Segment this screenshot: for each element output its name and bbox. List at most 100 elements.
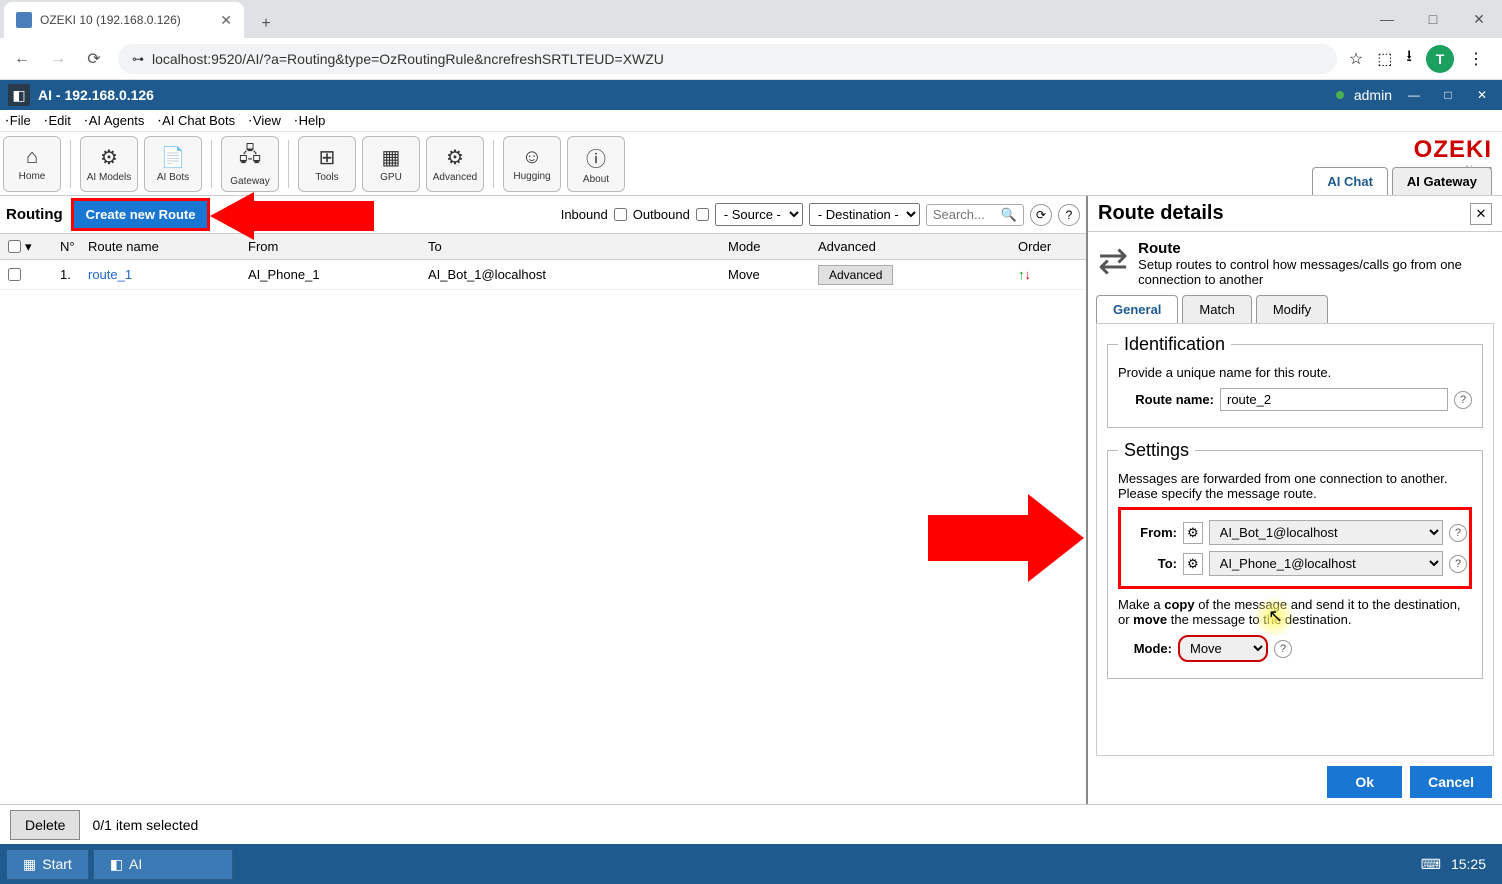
routes-pane: Routing Create new Route Inbound Outboun… xyxy=(0,196,1086,808)
route-name-input[interactable] xyxy=(1220,388,1448,411)
menu-help[interactable]: Help xyxy=(295,113,326,128)
search-icon[interactable]: 🔍 xyxy=(1001,207,1017,223)
help-icon[interactable]: ? xyxy=(1449,555,1467,573)
tab-general[interactable]: General xyxy=(1096,295,1178,323)
gear-icon: ⚙ xyxy=(1183,522,1203,544)
help-icon[interactable]: ? xyxy=(1454,391,1472,409)
annotation-red-box: From: ⚙ AI_Bot_1@localhost ? To: ⚙ AI_Ph… xyxy=(1118,507,1472,589)
toolbar-ai-bots[interactable]: 📄AI Bots xyxy=(144,136,202,192)
app-minimize-icon[interactable]: — xyxy=(1402,86,1426,104)
menu-icon[interactable]: ⋮ xyxy=(1468,49,1484,69)
outbound-checkbox[interactable] xyxy=(696,208,709,221)
toolbar-gpu[interactable]: ▦GPU xyxy=(362,136,420,192)
select-all-checkbox[interactable] xyxy=(8,240,21,253)
copy-hint: Make a copy of the message and send it t… xyxy=(1118,597,1472,627)
window-controls: — □ ✕ xyxy=(1364,0,1502,38)
routing-label: Routing xyxy=(6,206,63,223)
forward-button[interactable]: → xyxy=(46,47,70,71)
menu-file[interactable]: File xyxy=(6,113,31,128)
row-mode: Move xyxy=(720,267,810,282)
url-text: localhost:9520/AI/?a=Routing&type=OzRout… xyxy=(152,51,664,67)
delete-button[interactable]: Delete xyxy=(10,810,80,840)
source-select[interactable]: - Source - xyxy=(715,203,803,226)
toolbar-gateway[interactable]: 🖧Gateway xyxy=(221,136,279,192)
app-title: AI - 192.168.0.126 xyxy=(38,87,154,103)
row-advanced-button[interactable]: Advanced xyxy=(818,265,893,285)
from-select[interactable]: AI_Bot_1@localhost xyxy=(1209,520,1443,545)
tab-ai-chat[interactable]: AI Chat xyxy=(1312,167,1388,195)
keyboard-icon[interactable]: ⌨ xyxy=(1421,856,1441,873)
route-name-label: Route name: xyxy=(1118,392,1214,407)
browser-tab-strip: OZEKI 10 (192.168.0.126) ✕ + — □ ✕ xyxy=(0,0,1502,38)
toolbar-tools[interactable]: ⊞Tools xyxy=(298,136,356,192)
close-details-icon[interactable]: ✕ xyxy=(1470,203,1492,225)
search-input[interactable] xyxy=(933,207,1001,222)
home-icon: ⌂ xyxy=(26,146,38,169)
start-button[interactable]: ▦Start xyxy=(6,849,89,880)
help-icon[interactable]: ? xyxy=(1058,204,1080,226)
refresh-icon[interactable]: ⟳ xyxy=(1030,204,1052,226)
bookmark-icon[interactable]: ☆ xyxy=(1349,49,1363,69)
destination-select[interactable]: - Destination - xyxy=(809,203,920,226)
chevron-down-icon[interactable]: ▾ xyxy=(25,239,32,255)
url-field[interactable]: ⊶ localhost:9520/AI/?a=Routing&type=OzRo… xyxy=(118,44,1337,74)
menubar: File Edit AI Agents AI Chat Bots View He… xyxy=(0,110,1502,132)
admin-label[interactable]: admin xyxy=(1354,87,1392,103)
site-info-icon[interactable]: ⊶ xyxy=(132,52,144,66)
reload-button[interactable]: ⟳ xyxy=(82,47,106,71)
close-tab-icon[interactable]: ✕ xyxy=(220,12,232,29)
gpu-icon: ▦ xyxy=(382,145,401,170)
settings-fieldset: Settings Messages are forwarded from one… xyxy=(1107,440,1483,679)
grid-icon: ▦ xyxy=(23,856,36,873)
route-link[interactable]: route_1 xyxy=(88,267,132,282)
address-bar: ← → ⟳ ⊶ localhost:9520/AI/?a=Routing&typ… xyxy=(0,38,1502,80)
tab-ai-gateway[interactable]: AI Gateway xyxy=(1392,167,1492,195)
maximize-icon[interactable]: □ xyxy=(1410,3,1456,35)
toolbar-hugging[interactable]: ☺Hugging xyxy=(503,136,561,192)
taskbar: ▦Start ◧AI ⌨ 15:25 xyxy=(0,844,1502,884)
new-tab-button[interactable]: + xyxy=(252,10,280,38)
order-arrows-icon[interactable]: ↑↓ xyxy=(1010,267,1080,282)
downloads-icon[interactable]: ⭳ xyxy=(1406,45,1412,72)
toolbar-ai-models[interactable]: ⚙AI Models xyxy=(80,136,138,192)
toolbar: ⌂Home ⚙AI Models 📄AI Bots 🖧Gateway ⊞Tool… xyxy=(0,132,1502,196)
route-heading: Route xyxy=(1138,240,1492,257)
to-select[interactable]: AI_Phone_1@localhost xyxy=(1209,551,1443,576)
extensions-icon[interactable]: ⬚ xyxy=(1377,49,1392,69)
toolbar-about[interactable]: ⓘAbout xyxy=(567,136,625,192)
outbound-label: Outbound xyxy=(633,207,690,222)
search-box[interactable]: 🔍 xyxy=(926,204,1024,226)
inbound-checkbox[interactable] xyxy=(614,208,627,221)
toolbar-advanced[interactable]: ⚙Advanced xyxy=(426,136,484,192)
app-maximize-icon[interactable]: □ xyxy=(1436,86,1460,104)
app-icon: ◧ xyxy=(110,856,123,873)
menu-edit[interactable]: Edit xyxy=(45,113,71,128)
toolbar-home[interactable]: ⌂Home xyxy=(3,136,61,192)
row-checkbox[interactable] xyxy=(8,268,21,281)
taskbar-app-ai[interactable]: ◧AI xyxy=(93,849,233,880)
selection-count: 0/1 item selected xyxy=(92,817,198,833)
profile-avatar[interactable]: T xyxy=(1426,45,1454,73)
help-icon[interactable]: ? xyxy=(1449,524,1467,542)
tab-match[interactable]: Match xyxy=(1182,295,1251,323)
app-close-icon[interactable]: ✕ xyxy=(1470,86,1494,104)
menu-view[interactable]: View xyxy=(249,113,281,128)
ok-button[interactable]: Ok xyxy=(1327,766,1402,798)
identification-fieldset: Identification Provide a unique name for… xyxy=(1107,334,1483,428)
minimize-icon[interactable]: — xyxy=(1364,3,1410,35)
create-route-button[interactable]: Create new Route xyxy=(71,198,211,231)
status-dot-icon xyxy=(1336,91,1344,99)
row-to: AI_Bot_1@localhost xyxy=(420,267,720,282)
close-window-icon[interactable]: ✕ xyxy=(1456,3,1502,35)
tab-modify[interactable]: Modify xyxy=(1256,295,1328,323)
row-from: AI_Phone_1 xyxy=(240,267,420,282)
mode-select[interactable]: Move xyxy=(1178,635,1268,662)
menu-ai-chat-bots[interactable]: AI Chat Bots xyxy=(158,113,235,128)
route-desc: Setup routes to control how messages/cal… xyxy=(1138,257,1492,287)
menu-ai-agents[interactable]: AI Agents xyxy=(85,113,144,128)
table-row[interactable]: 1. route_1 AI_Phone_1 AI_Bot_1@localhost… xyxy=(0,260,1086,290)
cancel-button[interactable]: Cancel xyxy=(1410,766,1492,798)
back-button[interactable]: ← xyxy=(10,47,34,71)
browser-tab[interactable]: OZEKI 10 (192.168.0.126) ✕ xyxy=(4,2,244,38)
help-icon[interactable]: ? xyxy=(1274,640,1292,658)
